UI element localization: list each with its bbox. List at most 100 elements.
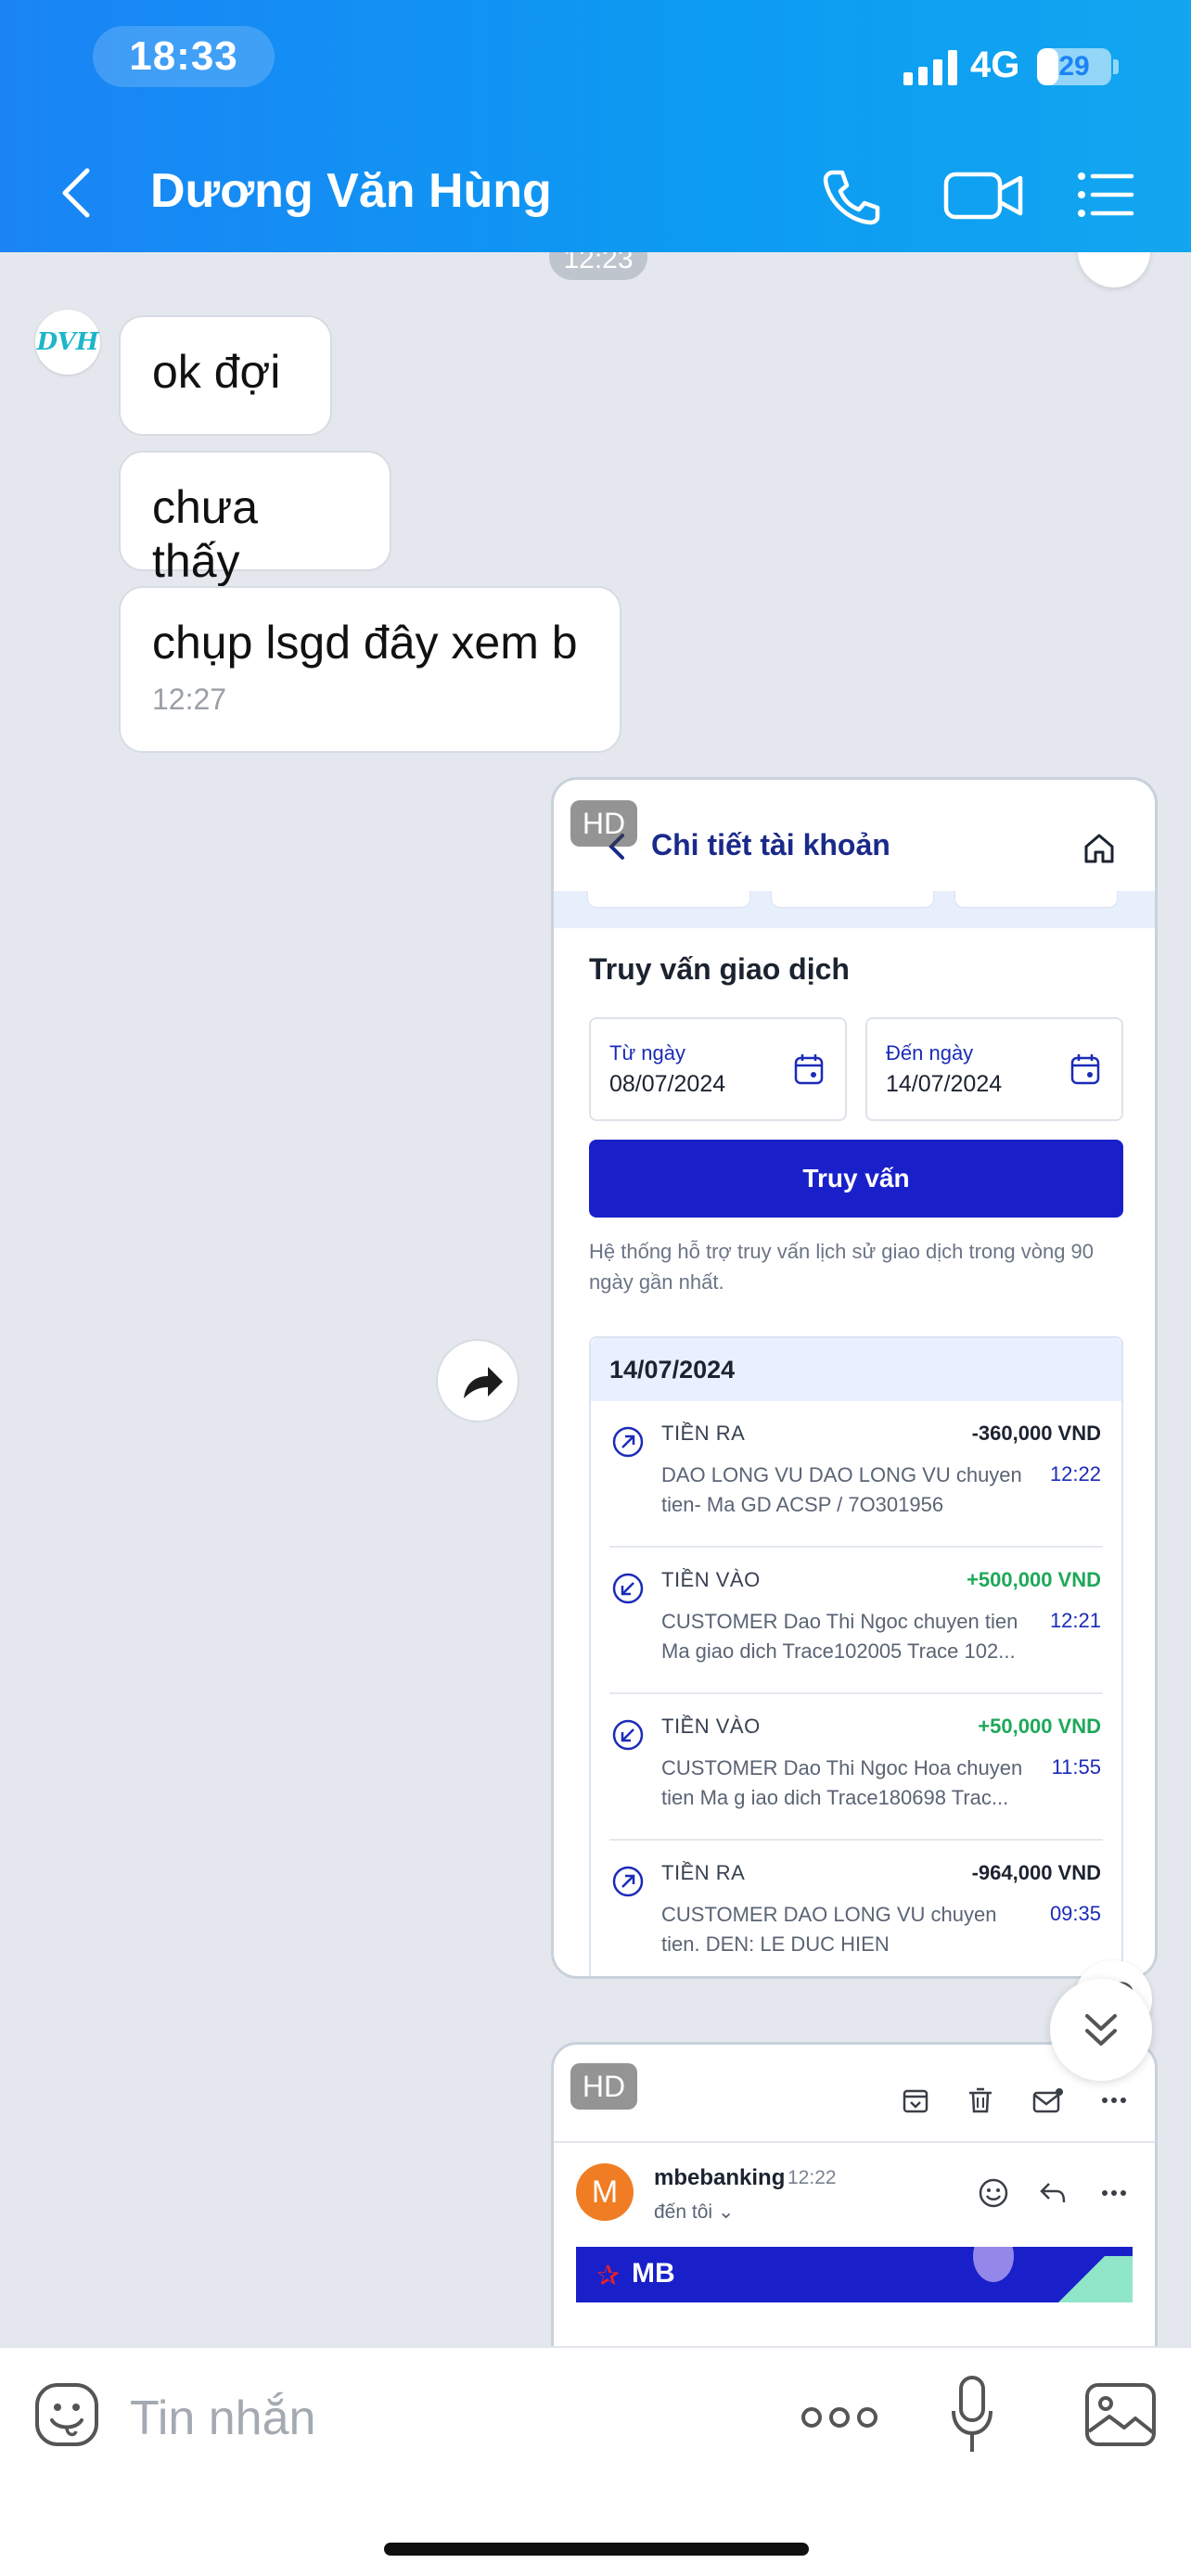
transaction-desc-line: tien. DEN: LE DUC HIEN — [661, 1932, 890, 1956]
transaction-amount: -964,000 VND — [971, 1861, 1101, 1884]
more-icon — [1102, 2098, 1126, 2103]
query-button: Truy vấn — [589, 1140, 1123, 1218]
message-bubble[interactable]: chưa thấy — [119, 451, 391, 587]
email-recipient: đến tôi ⌄ — [654, 2201, 735, 2223]
hd-badge: HD — [570, 800, 637, 847]
chat-header: 18:33 4G 29 Dương Văn Hùng — [0, 0, 1191, 252]
tab-stub — [771, 891, 934, 908]
transaction-row: TIỀN RA -360,000 VND DAO LONG VU DAO LON… — [591, 1401, 1121, 1548]
message-input[interactable] — [130, 2381, 705, 2455]
section-title: Truy vấn giao dịch — [589, 952, 850, 986]
phone-icon — [823, 170, 880, 225]
battery-icon: 29 — [1037, 48, 1111, 85]
home-indicator — [384, 2543, 809, 2556]
forward-button[interactable] — [436, 1339, 519, 1422]
sticker-icon — [35, 2383, 98, 2446]
transaction-type: TIỀN VÀO — [661, 1568, 761, 1591]
trash-icon — [969, 2087, 992, 2113]
mb-star-icon: ✰ — [596, 2261, 621, 2291]
money-out-icon — [612, 1866, 644, 1897]
time-separator: 12:23 — [549, 252, 647, 280]
from-date-field: Từ ngày 08/07/2024 — [589, 1017, 847, 1121]
avatar[interactable]: DVH — [35, 310, 100, 375]
forward-arrow-icon — [464, 1367, 503, 1398]
contact-name[interactable]: Dương Văn Hùng — [150, 163, 552, 219]
status-time: 18:33 — [129, 33, 238, 79]
bank-screen-title: Chi tiết tài khoản — [651, 828, 890, 861]
video-camera-icon — [943, 172, 1023, 220]
emoji-icon — [979, 2178, 1008, 2208]
transaction-time: 12:22 — [1049, 1462, 1101, 1486]
transaction-desc-line: tien- Ma GD ACSP / 7O301956 — [661, 1493, 944, 1516]
transaction-date-header: 14/07/2024 — [591, 1338, 1121, 1401]
back-button[interactable] — [54, 158, 100, 228]
message-time: 12:27 — [152, 682, 227, 716]
reaction-button[interactable] — [1078, 252, 1150, 287]
transaction-desc-line: CUSTOMER DAO LONG VU chuyen — [661, 1903, 997, 1926]
transaction-description: DAO LONG VU DAO LONG VU chuyen tien- Ma … — [661, 1460, 1032, 1520]
transaction-amount: +500,000 VND — [967, 1568, 1101, 1591]
transaction-desc-line: DAO LONG VU DAO LONG VU chuyen — [661, 1463, 1022, 1486]
transaction-amount: -360,000 VND — [971, 1422, 1101, 1445]
money-in-icon — [612, 1719, 644, 1751]
transaction-row: TIỀN RA -964,000 VND CUSTOMER DAO LONG V… — [591, 1841, 1121, 1976]
mail-unread-icon — [1032, 2088, 1063, 2113]
divider — [554, 2141, 1155, 2143]
home-icon — [1084, 834, 1114, 863]
message-input-bar — [0, 2346, 1191, 2576]
list-menu-icon — [1078, 172, 1134, 217]
from-date-label: Từ ngày — [609, 1041, 685, 1065]
transaction-type: TIỀN VÀO — [661, 1715, 761, 1738]
transaction-description: CUSTOMER Dao Thi Ngoc chuyen tien Ma gia… — [661, 1607, 1032, 1666]
transaction-time: 09:35 — [1049, 1902, 1101, 1925]
money-in-icon — [612, 1573, 644, 1604]
money-out-icon — [612, 1426, 644, 1458]
transaction-time: 12:21 — [1049, 1609, 1101, 1632]
transaction-description: CUSTOMER Dao Thi Ngoc Hoa chuyen tien Ma… — [661, 1753, 1032, 1813]
transaction-desc-line: tien Ma g iao dich Trace180698 Trac... — [661, 1786, 1009, 1809]
transaction-desc-line: CUSTOMER Dao Thi Ngoc Hoa chuyen — [661, 1756, 1023, 1779]
archive-icon — [903, 2089, 928, 2113]
transaction-row: TIỀN VÀO +50,000 VND CUSTOMER Dao Thi Ng… — [591, 1694, 1121, 1841]
to-date-value: 14/07/2024 — [886, 1071, 1003, 1097]
transaction-desc-line: Ma giao dich Trace102005 Trace 102... — [661, 1639, 1016, 1663]
message-bubble[interactable]: ok đợi — [119, 315, 332, 436]
email-sender: mbebanking — [654, 2165, 786, 2190]
sticker-button[interactable] — [32, 2379, 102, 2450]
calendar-icon — [794, 1054, 824, 1085]
microphone-icon — [952, 2376, 992, 2452]
menu-button[interactable] — [1074, 159, 1139, 230]
transaction-amount: +50,000 VND — [978, 1715, 1101, 1738]
phone-call-button[interactable] — [813, 159, 887, 230]
sender-avatar: M — [576, 2163, 634, 2221]
transaction-type: TIỀN RA — [661, 1422, 746, 1445]
email-time: 12:22 — [788, 2167, 837, 2188]
image-icon — [1085, 2383, 1156, 2446]
transaction-row: TIỀN VÀO +500,000 VND CUSTOMER Dao Thi N… — [591, 1548, 1121, 1694]
image-picker-button[interactable] — [1083, 2381, 1158, 2448]
message-text: ok đợi — [152, 346, 281, 398]
more-options-button[interactable] — [800, 2394, 879, 2441]
scroll-to-bottom-button[interactable] — [1050, 1979, 1152, 2081]
transaction-list: 14/07/2024 TIỀN RA -360,000 VND DAO LONG… — [589, 1336, 1123, 1976]
query-note: Hệ thống hỗ trợ truy vấn lịch sử giao dị… — [589, 1240, 1095, 1294]
tab-stub — [954, 891, 1118, 908]
to-date-label: Đến ngày — [886, 1041, 974, 1065]
image-message-email-screenshot[interactable]: HD M mbebanking 12:22 đến tôi ⌄ ✰ MB — [551, 2042, 1158, 2346]
hd-badge: HD — [570, 2063, 637, 2110]
message-bubble[interactable]: chụp lsgd đây xem b 12:27 — [119, 586, 621, 753]
more-dots-icon — [801, 2407, 877, 2428]
message-text: chưa thấy — [152, 481, 259, 587]
transaction-type: TIỀN RA — [661, 1861, 746, 1884]
voice-message-button[interactable] — [948, 2374, 996, 2459]
chat-area[interactable]: 12:23 DVH ok đợi chưa thấy chụp lsgd đây… — [0, 252, 1191, 2346]
signal-icon — [903, 50, 959, 85]
to-date-field: Đến ngày 14/07/2024 — [865, 1017, 1123, 1121]
tab-stub — [587, 891, 750, 908]
image-message-bank-screenshot[interactable]: HD Chi tiết tài khoản Truy vấn giao dịch… — [551, 777, 1158, 1979]
battery-tip — [1113, 59, 1119, 74]
transaction-time: 11:55 — [1051, 1755, 1101, 1779]
video-call-button[interactable] — [939, 159, 1031, 230]
battery-level: 29 — [1058, 51, 1090, 82]
more-icon — [1102, 2190, 1126, 2196]
